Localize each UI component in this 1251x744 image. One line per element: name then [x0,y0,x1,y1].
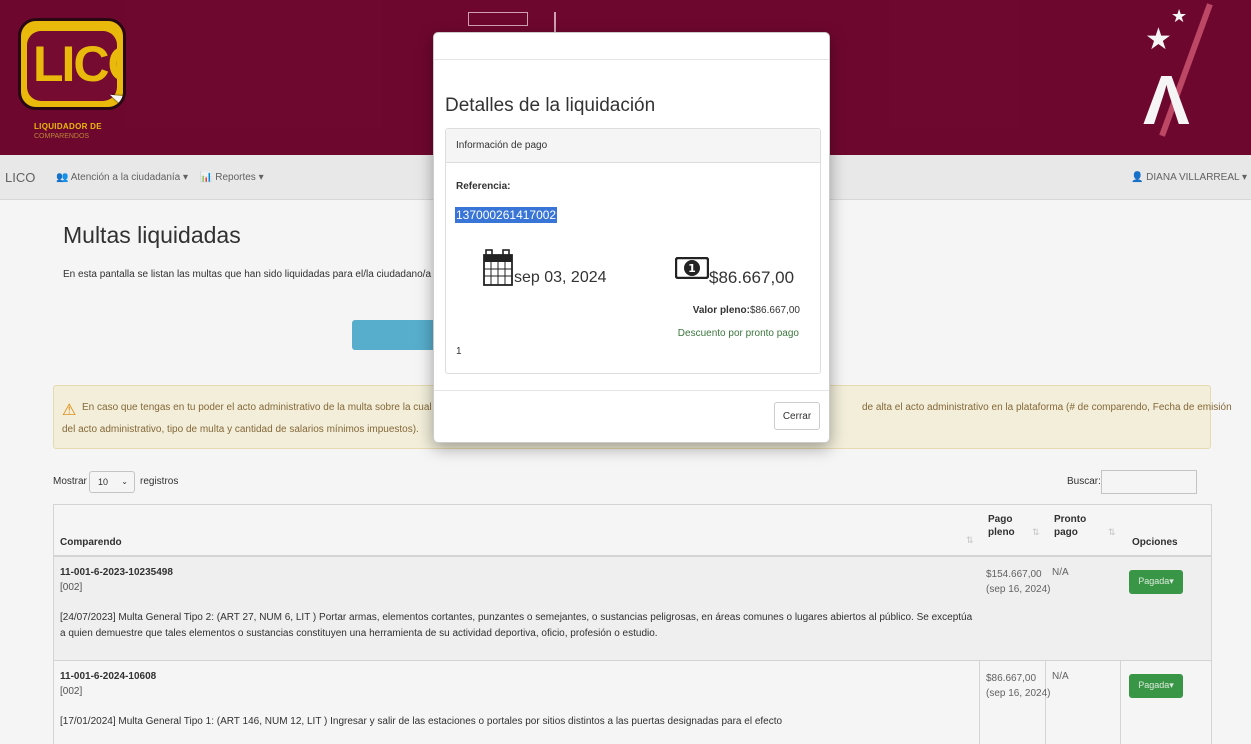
panel-heading: Información de pago [446,129,820,163]
close-button[interactable]: Cerrar [774,402,820,430]
calendar-icon [483,249,513,286]
svg-text:1: 1 [688,262,696,275]
valor-pleno: Valor pleno:$86.667,00 [692,305,800,316]
modal-footer-divider [434,390,829,391]
item-index: 1 [456,346,462,357]
money-icon: 1 [675,257,709,279]
payment-date: sep 03, 2024 [514,269,607,286]
reference-label: Referencia: [456,181,511,192]
modal-title: Detalles de la liquidación [445,95,656,116]
discount-label: Descuento por pronto pago [677,328,799,339]
payment-amount: $86.667,00 [709,268,795,287]
payment-info-panel: Información de pago Referencia: 13700026… [445,128,821,374]
panel-heading-text: Información de pago [456,140,548,151]
modal-header [434,33,829,60]
liquidation-details-modal: Detalles de la liquidación Información d… [433,32,830,443]
reference-value[interactable]: 137000261417002 [455,207,558,223]
